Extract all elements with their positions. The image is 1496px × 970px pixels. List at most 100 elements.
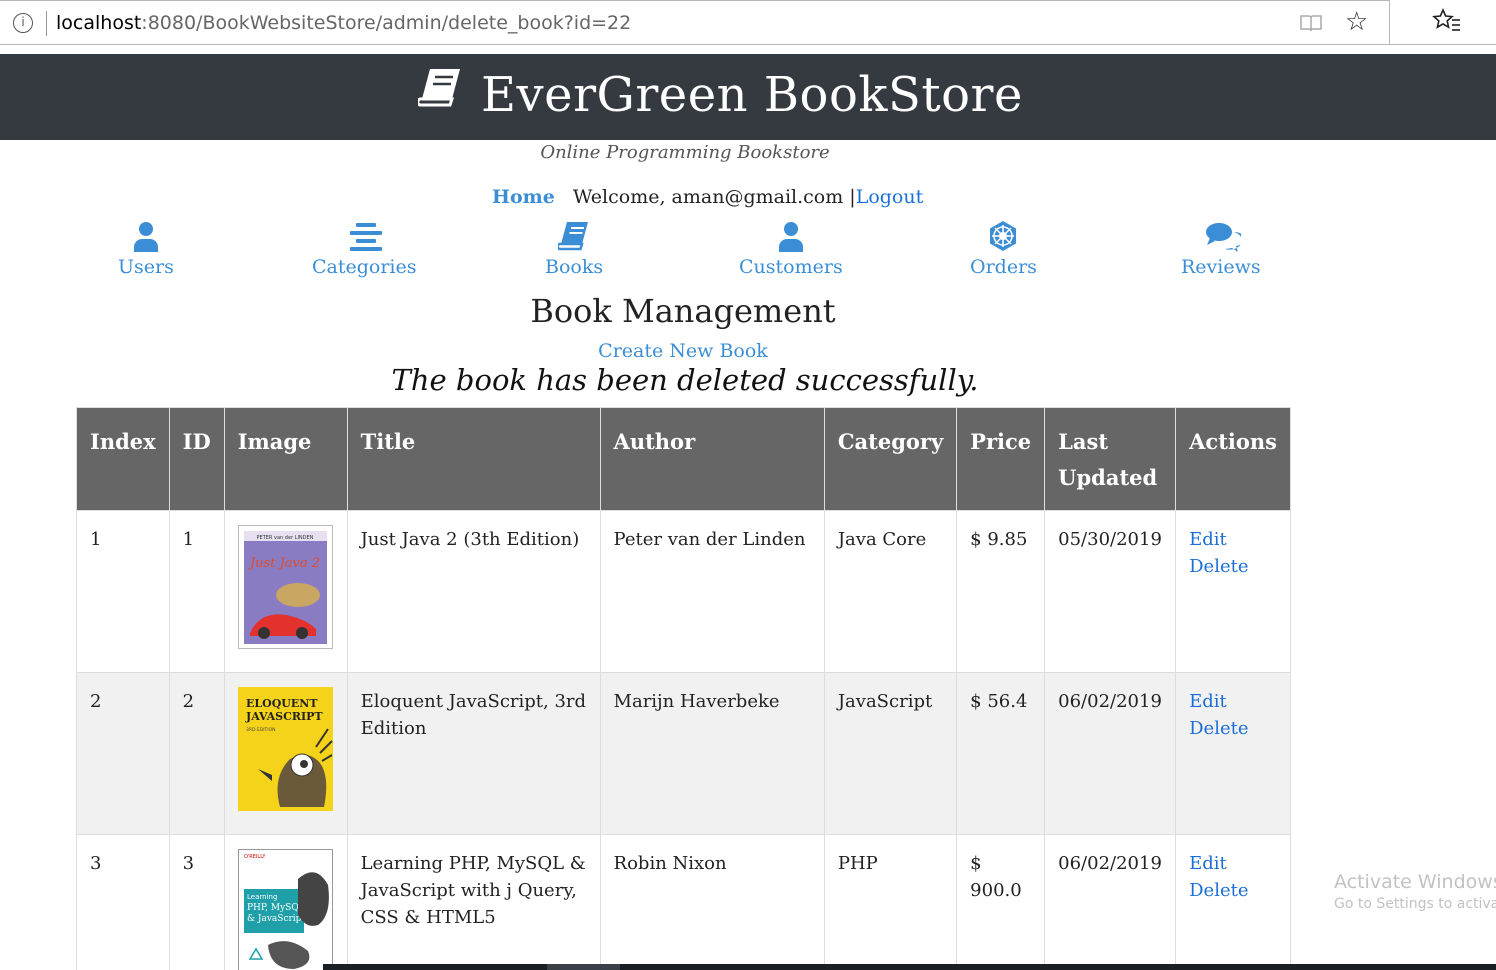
books-table: Index ID Image Title Author Category Pri… (76, 407, 1291, 970)
taskbar (323, 964, 1496, 970)
cell-author: Peter van der Linden (599, 510, 825, 673)
cover-title-line2: PHP, MySQL (247, 903, 305, 913)
watermark-title: Activate Windows (1334, 871, 1496, 893)
table-header-row: Index ID Image Title Author Category Pri… (76, 407, 1291, 511)
favorite-star-icon[interactable]: ☆ (1345, 7, 1368, 37)
menu-orders[interactable]: Orders (970, 220, 1037, 278)
cell-image: O'REILLY Learning PHP, MySQL & JavaScrip… (223, 834, 348, 970)
logout-link[interactable]: Logout (856, 186, 924, 208)
column-header: Actions (1175, 407, 1291, 511)
menu-label: Reviews (1181, 256, 1261, 278)
cell-price: $ 9.85 (956, 510, 1046, 673)
table-row: 3 3 O'REILLY Learning PHP, MySQL & JavaS… (76, 834, 1291, 970)
menu-label: Orders (970, 256, 1037, 278)
edit-link[interactable]: Edit (1189, 526, 1277, 553)
cell-index: 2 (76, 672, 170, 835)
delete-link[interactable]: Delete (1189, 877, 1277, 904)
cell-price: $ 900.0 (956, 834, 1046, 970)
edit-link[interactable]: Edit (1189, 688, 1277, 715)
cover-author: PETER van der LINDEN (256, 535, 313, 541)
address-separator (46, 11, 47, 36)
menu-label: Books (545, 256, 604, 278)
cell-actions: Edit Delete (1175, 834, 1291, 970)
list-icon (348, 220, 383, 252)
cell-index: 1 (76, 510, 170, 673)
page-title: Book Management (530, 292, 836, 330)
column-header: Author (599, 407, 825, 511)
user-icon (130, 220, 162, 252)
cover-title: Learning (247, 893, 277, 901)
welcome-text: Welcome, aman@gmail.com | (572, 186, 856, 208)
column-header: Index (76, 407, 170, 511)
site-header: EverGreen BookStore (0, 54, 1496, 140)
site-title: EverGreen BookStore (481, 67, 1023, 123)
menu-customers[interactable]: Customers (739, 220, 843, 278)
book-cover-image: O'REILLY Learning PHP, MySQL & JavaScrip… (237, 849, 333, 970)
url-path: :8080/BookWebsiteStore/admin/delete_book… (141, 12, 632, 34)
delete-link[interactable]: Delete (1189, 715, 1277, 742)
menu-label: Categories (312, 256, 417, 278)
url-host: localhost (56, 12, 142, 34)
cover-title: Just Java 2 (247, 556, 320, 571)
cell-title: Just Java 2 (3th Edition) (346, 510, 601, 673)
address-bar[interactable]: i localhost:8080/BookWebsiteStore/admin/… (0, 0, 1390, 45)
delete-link[interactable]: Delete (1189, 553, 1277, 580)
edit-link[interactable]: Edit (1189, 850, 1277, 877)
cell-index: 3 (76, 834, 170, 970)
column-header: Category (823, 407, 958, 511)
cover-subtitle: JAVASCRIPT (245, 710, 323, 723)
cell-actions: Edit Delete (1175, 510, 1291, 673)
favorites-list-icon[interactable] (1432, 6, 1462, 43)
column-header: Last Updated (1044, 407, 1177, 511)
cell-category: Java Core (823, 510, 958, 673)
cover-title: ELOQUENT (246, 697, 318, 710)
column-header: Title (346, 407, 601, 511)
book-cover-image: ELOQUENT JAVASCRIPT 3RD EDITION (237, 687, 333, 811)
url-text[interactable]: localhost:8080/BookWebsiteStore/admin/de… (56, 12, 631, 34)
cell-author: Robin Nixon (599, 834, 825, 970)
menu-categories[interactable]: Categories (312, 220, 417, 278)
cell-last-updated: 05/30/2019 (1044, 510, 1177, 673)
orders-icon (987, 220, 1019, 252)
column-header: Image (223, 407, 348, 511)
taskbar-item[interactable] (547, 964, 620, 970)
windows-activation-watermark: Activate Windows Go to Settings to activ… (1334, 871, 1496, 912)
table-row: 2 2 ELOQUENT JAVASCRIPT 3RD EDITION Eloq… (76, 672, 1291, 835)
comments-icon (1205, 220, 1244, 252)
cell-id: 2 (168, 672, 225, 835)
cell-id: 3 (168, 834, 225, 970)
top-nav: Home Welcome, aman@gmail.com |Logout (492, 186, 923, 208)
cell-author: Marijn Haverbeke (599, 672, 825, 835)
info-icon[interactable]: i (13, 13, 33, 33)
toolbar-border (1390, 44, 1496, 45)
user-icon (775, 220, 807, 252)
cell-category: PHP (823, 834, 958, 970)
cell-price: $ 56.4 (956, 672, 1046, 835)
watermark-subtitle: Go to Settings to activate (1334, 896, 1496, 912)
book-icon (556, 220, 590, 252)
cover-title-line3: & JavaScript (247, 914, 305, 924)
column-header: Price (956, 407, 1046, 511)
menu-label: Customers (739, 256, 843, 278)
cell-title: Eloquent JavaScript, 3rd Edition (346, 672, 601, 835)
menu-users[interactable]: Users (118, 220, 174, 278)
browser-toolbar: i localhost:8080/BookWebsiteStore/admin/… (0, 0, 1496, 50)
book-icon (416, 66, 464, 108)
status-message: The book has been deleted successfully. (391, 363, 979, 397)
cell-actions: Edit Delete (1175, 672, 1291, 835)
cell-id: 1 (168, 510, 225, 673)
site-tagline: Online Programming Bookstore (540, 142, 830, 163)
create-new-book-link[interactable]: Create New Book (0, 340, 1366, 362)
book-cover-image: PETER van der LINDEN Just Java 2 (237, 525, 333, 649)
reading-view-icon[interactable] (1299, 13, 1323, 33)
cover-publisher: O'REILLY (244, 854, 266, 860)
cell-last-updated: 06/02/2019 (1044, 672, 1177, 835)
cell-last-updated: 06/02/2019 (1044, 834, 1177, 970)
cell-title: Learning PHP, MySQL & JavaScript with j … (346, 834, 601, 970)
table-row: 1 1 PETER van der LINDEN Just Java 2 Jus… (76, 510, 1291, 673)
home-link[interactable]: Home (492, 186, 555, 208)
menu-reviews[interactable]: Reviews (1181, 220, 1261, 278)
cell-category: JavaScript (823, 672, 958, 835)
menu-books[interactable]: Books (545, 220, 603, 278)
cover-edition: 3RD EDITION (246, 727, 276, 733)
